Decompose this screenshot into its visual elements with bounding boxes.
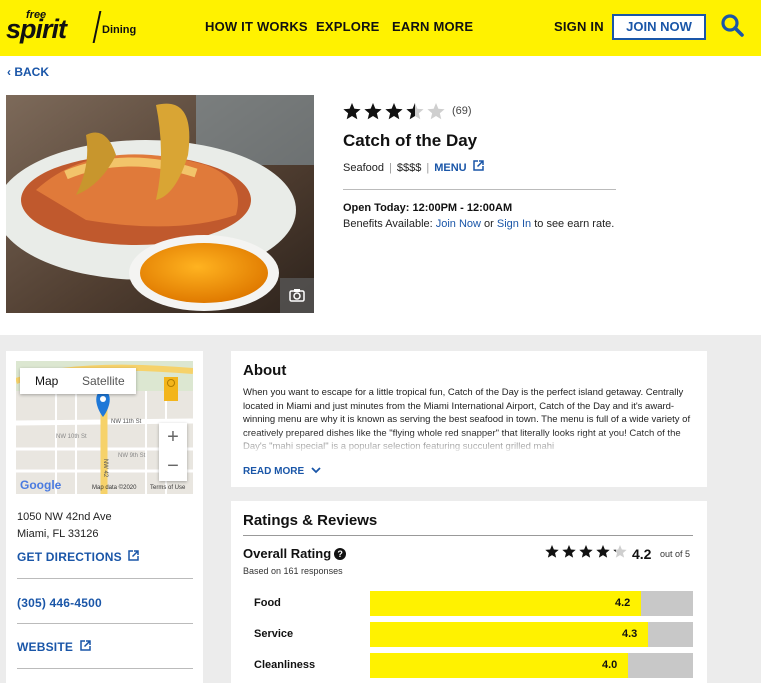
- star-filled-icon: [343, 103, 361, 120]
- star-filled-icon: [364, 103, 382, 120]
- star-filled-icon: [385, 103, 403, 120]
- external-link-icon: [79, 640, 91, 651]
- map-terms-link[interactable]: Terms of Use: [150, 485, 185, 491]
- chevron-down-icon: [311, 467, 321, 474]
- benefits-suffix: to see earn rate.: [531, 218, 615, 230]
- separator: |: [426, 162, 430, 174]
- sign-in-link[interactable]: SIGN IN: [554, 19, 604, 34]
- map-type-tabs: Map Satellite: [20, 368, 136, 394]
- rating-bar-track: 4.0: [370, 653, 693, 678]
- cuisine-label: Seafood: [343, 162, 384, 174]
- about-heading: About: [243, 362, 287, 379]
- map-street-label: NW 9th St: [118, 453, 146, 459]
- map-avenue-label: NW 42: [102, 458, 109, 478]
- rating-bar-track: 4.3: [370, 622, 693, 647]
- benefits-text: Benefits Available: Join Now or Sign In …: [343, 218, 614, 230]
- google-logo: Google: [20, 478, 62, 492]
- get-directions-link[interactable]: GET DIRECTIONS: [17, 550, 140, 564]
- restaurant-photo: [6, 95, 314, 313]
- tab-satellite[interactable]: Satellite: [82, 374, 125, 388]
- join-now-button[interactable]: JOIN NOW: [612, 14, 706, 40]
- get-directions-label: GET DIRECTIONS: [17, 550, 122, 564]
- read-more-button[interactable]: READ MORE: [243, 466, 321, 477]
- sidebar-divider: [17, 578, 193, 579]
- menu-label: MENU: [434, 162, 467, 174]
- category-label: Service: [254, 628, 294, 640]
- back-label: BACK: [14, 65, 50, 79]
- camera-icon[interactable]: [280, 278, 314, 313]
- star-empty-icon: [427, 103, 445, 120]
- overall-rating-label: Overall Rating: [243, 546, 332, 561]
- rating-bar-track: 4.2: [370, 591, 693, 616]
- logo-divider: [92, 11, 102, 43]
- map-street-label: NW 11th St: [111, 419, 142, 425]
- about-fade-overlay: [243, 432, 695, 454]
- rating-stars: [343, 103, 445, 120]
- rating-bar-value: 4.0: [602, 659, 618, 671]
- logo-dining-text: Dining: [102, 24, 137, 36]
- star-filled-icon: [579, 545, 593, 558]
- search-icon[interactable]: [720, 13, 744, 37]
- based-on-responses: Based on 161 responses: [243, 566, 343, 576]
- ratings-heading: Ratings & Reviews: [243, 512, 378, 529]
- logo-spirit-text: spirit: [6, 14, 67, 44]
- back-link[interactable]: ‹ BACK: [7, 65, 49, 79]
- benefits-sign-in-link[interactable]: Sign In: [497, 218, 531, 230]
- external-link-icon: [128, 550, 140, 561]
- address-line-1: 1050 NW 42nd Ave: [17, 511, 112, 523]
- phone-link[interactable]: (305) 446-4500: [17, 596, 102, 610]
- sidebar-divider: [17, 623, 193, 624]
- star-filled-icon: [545, 545, 559, 558]
- benefits-join-now-link[interactable]: Join Now: [436, 218, 481, 230]
- separator: |: [388, 162, 392, 174]
- overall-rating-stars: [545, 545, 627, 558]
- rating-bar-value: 4.2: [615, 597, 631, 609]
- map-zoom-controls: + −: [159, 423, 187, 481]
- map-street-label: NW 10th St: [56, 434, 87, 440]
- overall-rating-value: 4.2: [632, 546, 652, 562]
- rating-bar-fill: [370, 622, 648, 647]
- price-level: $$$$: [396, 162, 422, 174]
- address-line-2: Miami, FL 33126: [17, 528, 99, 540]
- map-data-credit: Map data ©2020: [92, 485, 137, 491]
- website-label: WEBSITE: [17, 640, 74, 654]
- sidebar-divider: [17, 668, 193, 669]
- zoom-in-button[interactable]: +: [159, 423, 187, 451]
- top-nav-bar: free spirit Dining HOW IT WORKS EXPLORE …: [0, 0, 761, 56]
- category-label: Cleanliness: [254, 659, 316, 671]
- category-label: Food: [254, 597, 281, 609]
- benefits-or: or: [481, 218, 497, 230]
- ratings-divider: [243, 535, 693, 536]
- tab-map[interactable]: Map: [35, 374, 58, 388]
- menu-link[interactable]: MENU: [434, 160, 484, 174]
- restaurant-name: Catch of the Day: [343, 131, 478, 150]
- star-filled-icon: [562, 545, 576, 558]
- nav-explore[interactable]: EXPLORE: [316, 19, 380, 34]
- zoom-out-button[interactable]: −: [159, 452, 187, 480]
- restaurant-meta: Seafood | $$$$ | MENU: [343, 160, 484, 174]
- rating-bar-fill: [370, 591, 641, 616]
- overall-rating-title: Overall Rating?: [243, 546, 347, 561]
- star-filled-icon: [596, 545, 610, 558]
- info-divider: [343, 189, 616, 190]
- rating-bar-fill: [370, 653, 628, 678]
- nav-how-it-works[interactable]: HOW IT WORKS: [205, 19, 308, 34]
- benefits-prefix: Benefits Available:: [343, 218, 436, 230]
- out-of-label: out of 5: [660, 549, 691, 559]
- help-icon[interactable]: ?: [334, 548, 347, 560]
- free-spirit-dining-logo[interactable]: free spirit Dining: [6, 9, 136, 47]
- website-link[interactable]: WEBSITE: [17, 640, 91, 654]
- external-link-icon: [472, 160, 484, 171]
- read-more-label: READ MORE: [243, 466, 305, 477]
- opening-hours: Open Today: 12:00PM - 12:00AM: [343, 202, 513, 214]
- review-count: (69): [452, 105, 472, 117]
- nav-earn-more[interactable]: EARN MORE: [392, 19, 473, 34]
- rating-bar-value: 4.3: [622, 628, 638, 640]
